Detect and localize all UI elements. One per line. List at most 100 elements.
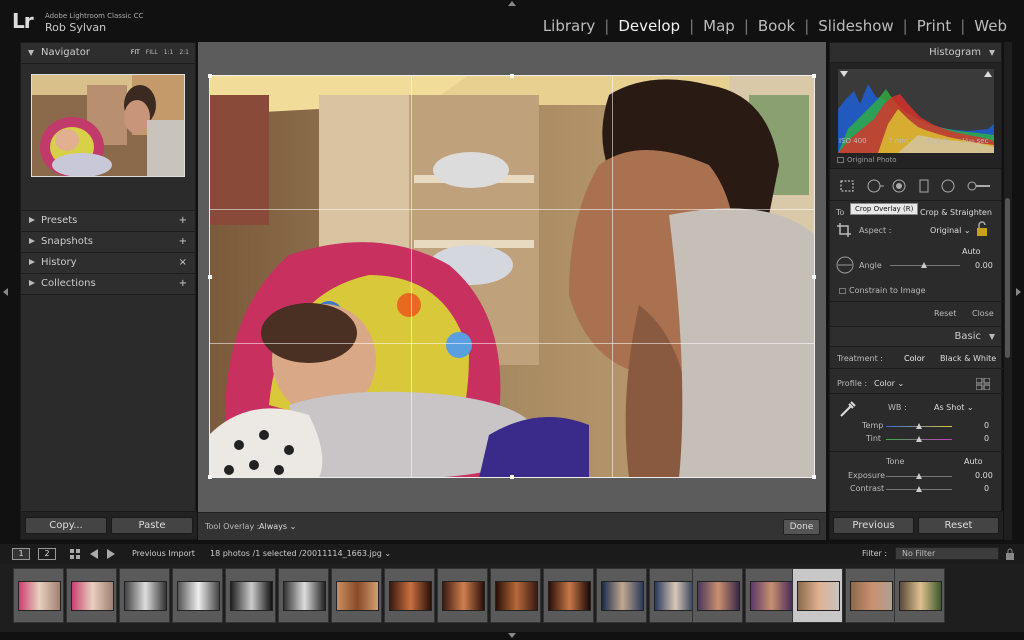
add-preset-button[interactable]: + [179, 215, 187, 226]
filmstrip-thumbnail[interactable] [543, 568, 594, 623]
crop-handle-right[interactable] [812, 275, 816, 279]
collections-header[interactable]: Collections + [21, 274, 195, 295]
red-eye-tool-icon[interactable] [892, 179, 906, 193]
navigator-header[interactable]: Navigator FIT FILL 1:1 2:1 [21, 43, 195, 64]
done-button[interactable]: Done [783, 519, 820, 535]
exposure-value[interactable]: 0.00 [975, 471, 993, 480]
crop-handle-top-right[interactable] [812, 74, 816, 78]
presets-header[interactable]: Presets + [21, 211, 195, 232]
right-panel-scrollbar[interactable] [1004, 42, 1012, 540]
filmstrip-thumbnail[interactable] [66, 568, 117, 623]
straighten-auto-button[interactable]: Auto [962, 247, 981, 256]
filmstrip-thumbnail[interactable] [119, 568, 170, 623]
add-collection-button[interactable]: + [179, 278, 187, 289]
contrast-slider-thumb[interactable] [916, 486, 922, 492]
crop-overlay-tool-icon[interactable] [839, 179, 855, 193]
adjustment-brush-icon[interactable] [966, 179, 992, 193]
filter-dropdown[interactable]: No Filter [895, 547, 999, 560]
filmstrip-thumbnail[interactable] [845, 568, 896, 623]
profile-browser-grid-icon[interactable] [976, 378, 990, 390]
filmstrip-thumbnail[interactable] [384, 568, 435, 623]
add-snapshot-button[interactable]: + [179, 236, 187, 247]
filmstrip-thumbnail[interactable] [596, 568, 647, 623]
filmstrip-thumbnail[interactable] [692, 568, 743, 623]
filmstrip-thumbnail[interactable] [745, 568, 796, 623]
temp-slider-thumb[interactable] [916, 423, 922, 429]
radial-filter-icon[interactable] [941, 179, 955, 193]
contrast-value[interactable]: 0 [984, 484, 989, 493]
profile-dropdown[interactable]: Color ⌄ [874, 379, 904, 388]
back-arrow-icon[interactable] [90, 549, 99, 559]
module-print[interactable]: Print [908, 17, 961, 35]
tint-value[interactable]: 0 [984, 434, 989, 443]
angle-slider-thumb[interactable] [921, 262, 927, 268]
filmstrip-thumbnail[interactable] [225, 568, 276, 623]
spot-removal-tool-icon[interactable] [866, 179, 884, 193]
white-balance-eyedropper-icon[interactable] [838, 399, 858, 419]
snapshots-header[interactable]: Snapshots + [21, 232, 195, 253]
exposure-slider-thumb[interactable] [916, 473, 922, 479]
filmstrip-thumbnail[interactable] [13, 568, 64, 623]
module-slideshow[interactable]: Slideshow [809, 17, 902, 35]
crop-handle-bottom-right[interactable] [812, 475, 816, 479]
constrain-to-image-checkbox[interactable]: Constrain to Image [839, 286, 926, 295]
filmstrip-thumbnail[interactable] [437, 568, 488, 623]
collapse-right-arrow-icon[interactable] [1016, 288, 1021, 296]
zoom-fit[interactable]: FIT [131, 49, 140, 56]
filmstrip-thumbnail[interactable] [331, 568, 382, 623]
secondary-display-button[interactable]: 2 [38, 548, 56, 560]
collapse-bottom-arrow-icon[interactable] [508, 633, 516, 638]
crop-handle-top-left[interactable] [208, 74, 212, 78]
current-filename[interactable]: 20011114_1663.jpg [302, 549, 382, 558]
filmstrip-thumbnail[interactable] [278, 568, 329, 623]
wb-dropdown[interactable]: As Shot ⌄ [934, 403, 974, 412]
zoom-2-1[interactable]: 2:1 [179, 49, 189, 56]
crop-handle-bottom[interactable] [510, 475, 514, 479]
crop-close-button[interactable]: Close [972, 309, 994, 318]
tone-auto-button[interactable]: Auto [964, 457, 983, 466]
collapse-left-arrow-icon[interactable] [3, 288, 8, 296]
basic-header[interactable]: Basic [830, 327, 1001, 347]
zoom-1-1[interactable]: 1:1 [164, 49, 174, 56]
filmstrip-thumbnail[interactable] [490, 568, 541, 623]
treatment-color-button[interactable]: Color [904, 354, 925, 363]
graduated-filter-icon[interactable] [918, 179, 930, 193]
tool-overlay-dropdown[interactable]: Always ⌄ [259, 522, 296, 531]
filmstrip-thumbnail-selected[interactable] [792, 568, 843, 623]
module-develop[interactable]: Develop [609, 17, 689, 35]
filmstrip-thumbnail[interactable] [172, 568, 223, 623]
primary-display-button[interactable]: 1 [12, 548, 30, 560]
aspect-dropdown[interactable]: Original ⌄ [930, 226, 971, 235]
module-map[interactable]: Map [694, 17, 744, 35]
filter-lock-icon[interactable] [1005, 548, 1015, 560]
tint-slider-thumb[interactable] [916, 436, 922, 442]
filmstrip-thumbnail[interactable] [894, 568, 945, 623]
forward-arrow-icon[interactable] [107, 549, 116, 559]
straighten-tool-icon[interactable] [836, 256, 854, 274]
zoom-fill[interactable]: FILL [146, 49, 158, 56]
scrollbar-thumb[interactable] [1005, 198, 1010, 358]
module-web[interactable]: Web [965, 17, 1016, 35]
treatment-bw-button[interactable]: Black & White [940, 354, 996, 363]
crop-frame-icon[interactable] [837, 223, 851, 237]
temp-value[interactable]: 0 [984, 421, 989, 430]
navigator-preview[interactable] [31, 74, 185, 177]
clear-history-button[interactable]: × [179, 257, 187, 268]
collapse-top-arrow-icon[interactable] [508, 1, 516, 6]
grid-view-icon[interactable] [70, 549, 80, 559]
copy-button[interactable]: Copy... [25, 517, 107, 534]
module-library[interactable]: Library [534, 17, 604, 35]
angle-value[interactable]: 0.00 [975, 261, 993, 270]
module-book[interactable]: Book [749, 17, 804, 35]
paste-button[interactable]: Paste [111, 517, 193, 534]
crop-reset-button[interactable]: Reset [934, 309, 956, 318]
previous-button[interactable]: Previous [833, 517, 914, 534]
lock-icon[interactable] [976, 221, 988, 236]
history-header[interactable]: History × [21, 253, 195, 274]
crop-handle-left[interactable] [208, 275, 212, 279]
reset-button[interactable]: Reset [918, 517, 999, 534]
crop-handle-top[interactable] [510, 74, 514, 78]
filmstrip-source[interactable]: Previous Import [132, 549, 195, 558]
original-photo-checkbox[interactable]: Original Photo [837, 156, 897, 164]
histogram-header[interactable]: Histogram [830, 43, 1001, 63]
